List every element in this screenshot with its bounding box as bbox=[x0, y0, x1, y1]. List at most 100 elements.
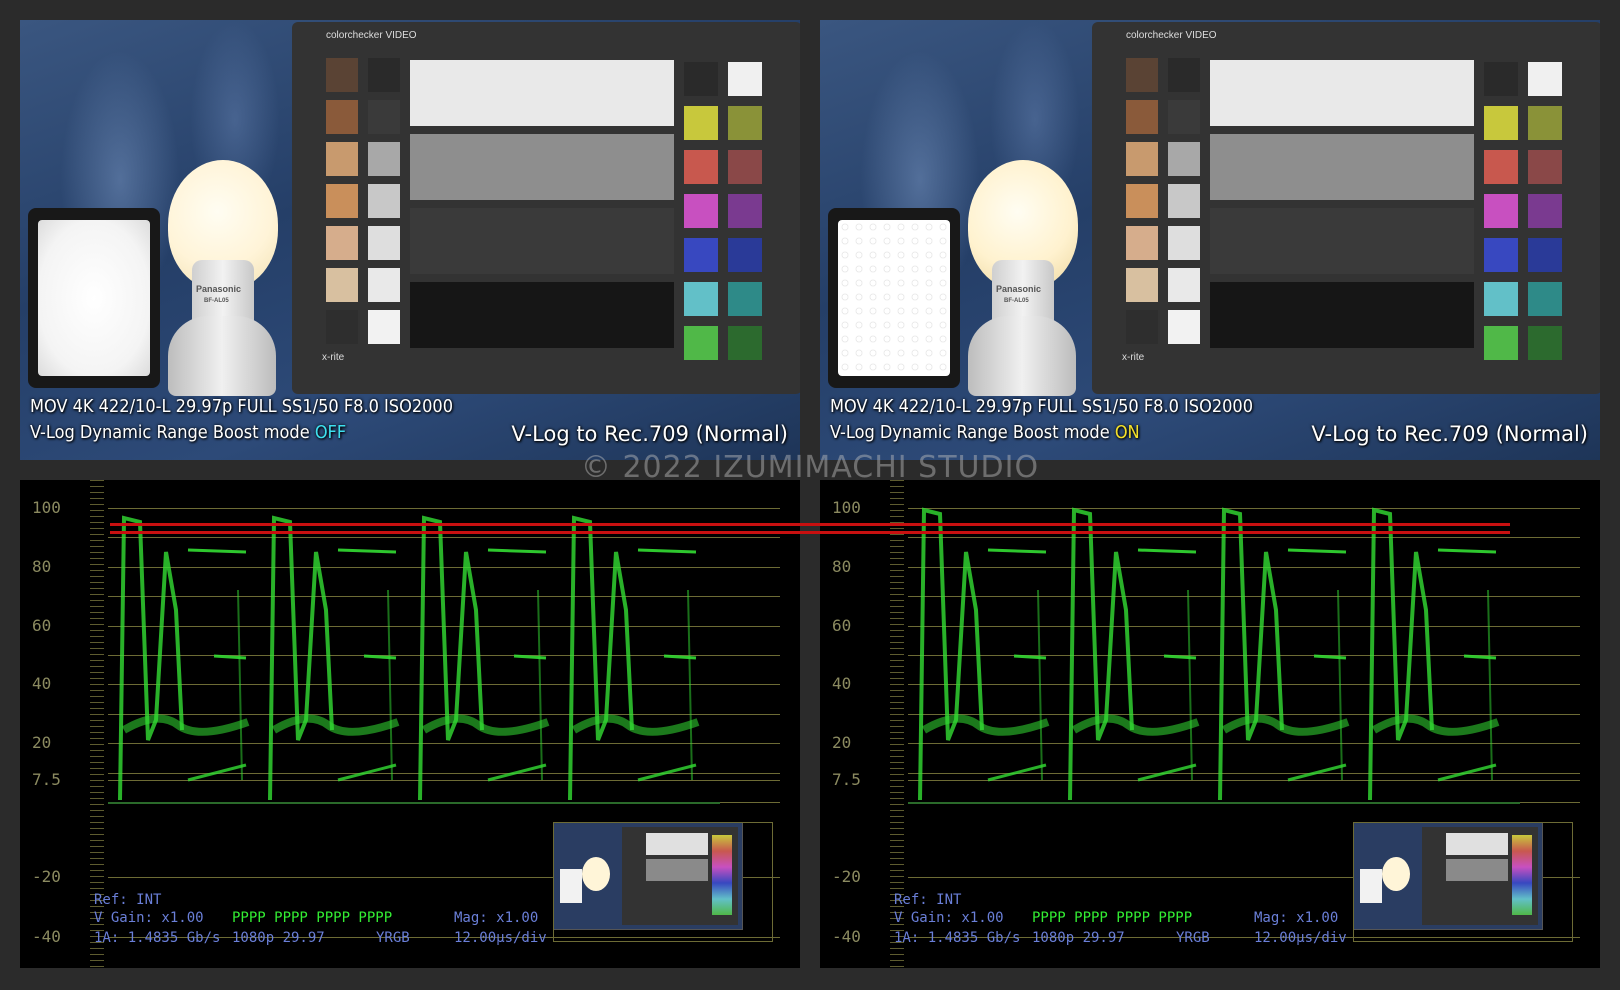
format-status: 1080p 29.97 bbox=[1032, 930, 1125, 946]
color-swatch bbox=[1484, 62, 1518, 96]
mag-status: Mag: x1.00 bbox=[1254, 910, 1339, 926]
scale-label: 100 bbox=[832, 498, 861, 517]
color-swatch bbox=[1168, 184, 1200, 218]
format-status: 1080p 29.97 bbox=[232, 930, 325, 946]
color-swatch bbox=[1168, 58, 1200, 92]
color-swatch bbox=[326, 226, 358, 260]
scale-label: -40 bbox=[832, 927, 861, 946]
color-swatch bbox=[1484, 326, 1518, 360]
color-swatch bbox=[1168, 268, 1200, 302]
color-swatch bbox=[1210, 60, 1474, 126]
led-light-panel bbox=[28, 208, 160, 388]
color-swatch bbox=[1210, 282, 1474, 348]
thumbnail-frame bbox=[553, 822, 773, 942]
color-swatch bbox=[1168, 226, 1200, 260]
color-swatch bbox=[1168, 100, 1200, 134]
dr-boost-state: ON bbox=[1114, 422, 1140, 443]
colorchecker-logo: colorchecker VIDEO bbox=[1126, 30, 1217, 41]
color-swatch bbox=[368, 100, 400, 134]
vgain-status: V Gain: x1.00 bbox=[894, 910, 1004, 926]
color-swatch bbox=[684, 62, 718, 96]
color-swatch bbox=[1168, 310, 1200, 344]
payload-status: PPPP PPPP PPPP PPPP bbox=[232, 910, 393, 926]
color-swatch bbox=[684, 326, 718, 360]
color-swatch bbox=[368, 184, 400, 218]
color-swatch bbox=[684, 106, 718, 140]
scale-label: 20 bbox=[832, 733, 852, 753]
color-swatch bbox=[1168, 142, 1200, 176]
color-swatch bbox=[728, 62, 762, 96]
color-swatch bbox=[728, 282, 762, 316]
scale-label: 100 bbox=[32, 498, 61, 517]
color-swatch bbox=[1484, 282, 1518, 316]
color-swatch bbox=[1126, 310, 1158, 344]
color-swatch bbox=[684, 238, 718, 272]
color-swatch bbox=[1528, 150, 1562, 184]
color-swatch bbox=[368, 142, 400, 176]
photo-panel-right: colorchecker VIDEO x-rite Panasonic BF-A… bbox=[820, 20, 1600, 460]
camera-settings-line2: V-Log Dynamic Range Boost mode OFF bbox=[30, 422, 346, 443]
sweep-status: 12.00µs/div bbox=[454, 930, 547, 946]
color-swatch bbox=[1126, 100, 1158, 134]
color-swatch bbox=[326, 184, 358, 218]
scale-label: 60 bbox=[32, 615, 52, 635]
color-swatch bbox=[1126, 268, 1158, 302]
xrite-logo: x-rite bbox=[1122, 352, 1145, 363]
dr-boost-label: V-Log Dynamic Range Boost mode bbox=[30, 422, 315, 443]
color-swatch bbox=[326, 268, 358, 302]
camera-settings-line2: V-Log Dynamic Range Boost mode ON bbox=[830, 422, 1140, 443]
waveform-scope-left: 100 80 60 40 20 7.5 -20 -40 Ref: INT V Gain: x1.0… bbox=[20, 480, 800, 968]
scale-label: 20 bbox=[32, 733, 52, 753]
mag-status: Mag: x1.00 bbox=[454, 910, 539, 926]
thumbnail-frame bbox=[1353, 822, 1573, 942]
color-swatch bbox=[410, 282, 674, 348]
color-swatch bbox=[1210, 134, 1474, 200]
photo-panel-left: colorchecker VIDEO x-rite Panasonic BF-A… bbox=[20, 20, 800, 460]
color-swatch bbox=[1484, 238, 1518, 272]
scale-label: 7.5 bbox=[32, 769, 61, 789]
color-swatch bbox=[1528, 282, 1562, 316]
color-swatch bbox=[1484, 194, 1518, 228]
xrite-logo: x-rite bbox=[322, 352, 345, 363]
clip-line-upper bbox=[110, 523, 1510, 526]
color-swatch bbox=[1528, 326, 1562, 360]
color-swatch bbox=[684, 282, 718, 316]
channels-status: YRGB bbox=[376, 930, 410, 946]
channels-status: YRGB bbox=[1176, 930, 1210, 946]
color-swatch bbox=[1126, 184, 1158, 218]
color-swatch bbox=[368, 58, 400, 92]
led-light-panel bbox=[828, 208, 960, 388]
scale-label: -20 bbox=[32, 867, 61, 886]
color-swatch bbox=[326, 58, 358, 92]
colorchecker-chart: colorchecker VIDEO x-rite bbox=[1092, 22, 1600, 394]
clip-line-lower bbox=[110, 531, 1510, 534]
vgain-status: V Gain: x1.00 bbox=[94, 910, 204, 926]
camera-settings-line1: MOV 4K 422/10-L 29.97p FULL SS1/50 F8.0 … bbox=[30, 396, 454, 417]
color-swatch bbox=[1126, 58, 1158, 92]
black-floor bbox=[108, 802, 720, 804]
link-status: 1A: 1.4835 Gb/s bbox=[94, 930, 221, 946]
color-swatch bbox=[410, 134, 674, 200]
color-swatch bbox=[728, 194, 762, 228]
color-swatch bbox=[1484, 150, 1518, 184]
scale-label: -40 bbox=[32, 927, 61, 946]
lut-label: V-Log to Rec.709 (Normal) bbox=[511, 422, 788, 446]
color-swatch bbox=[1528, 62, 1562, 96]
color-swatch bbox=[1528, 106, 1562, 140]
ref-status: Ref: INT bbox=[894, 892, 962, 908]
color-swatch bbox=[684, 150, 718, 184]
colorchecker-chart: colorchecker VIDEO x-rite bbox=[292, 22, 800, 394]
color-swatch bbox=[1126, 226, 1158, 260]
scale-label: 80 bbox=[832, 556, 852, 576]
scale-label: 40 bbox=[32, 674, 52, 694]
color-swatch bbox=[326, 310, 358, 344]
color-swatch bbox=[1484, 106, 1518, 140]
color-swatch bbox=[326, 100, 358, 134]
color-swatch bbox=[326, 142, 358, 176]
dr-boost-label: V-Log Dynamic Range Boost mode bbox=[830, 422, 1115, 443]
payload-status: PPPP PPPP PPPP PPPP bbox=[1032, 910, 1193, 926]
color-swatch bbox=[684, 194, 718, 228]
lut-label: V-Log to Rec.709 (Normal) bbox=[1311, 422, 1588, 446]
color-swatch bbox=[1528, 194, 1562, 228]
scale-label: -20 bbox=[832, 867, 861, 886]
